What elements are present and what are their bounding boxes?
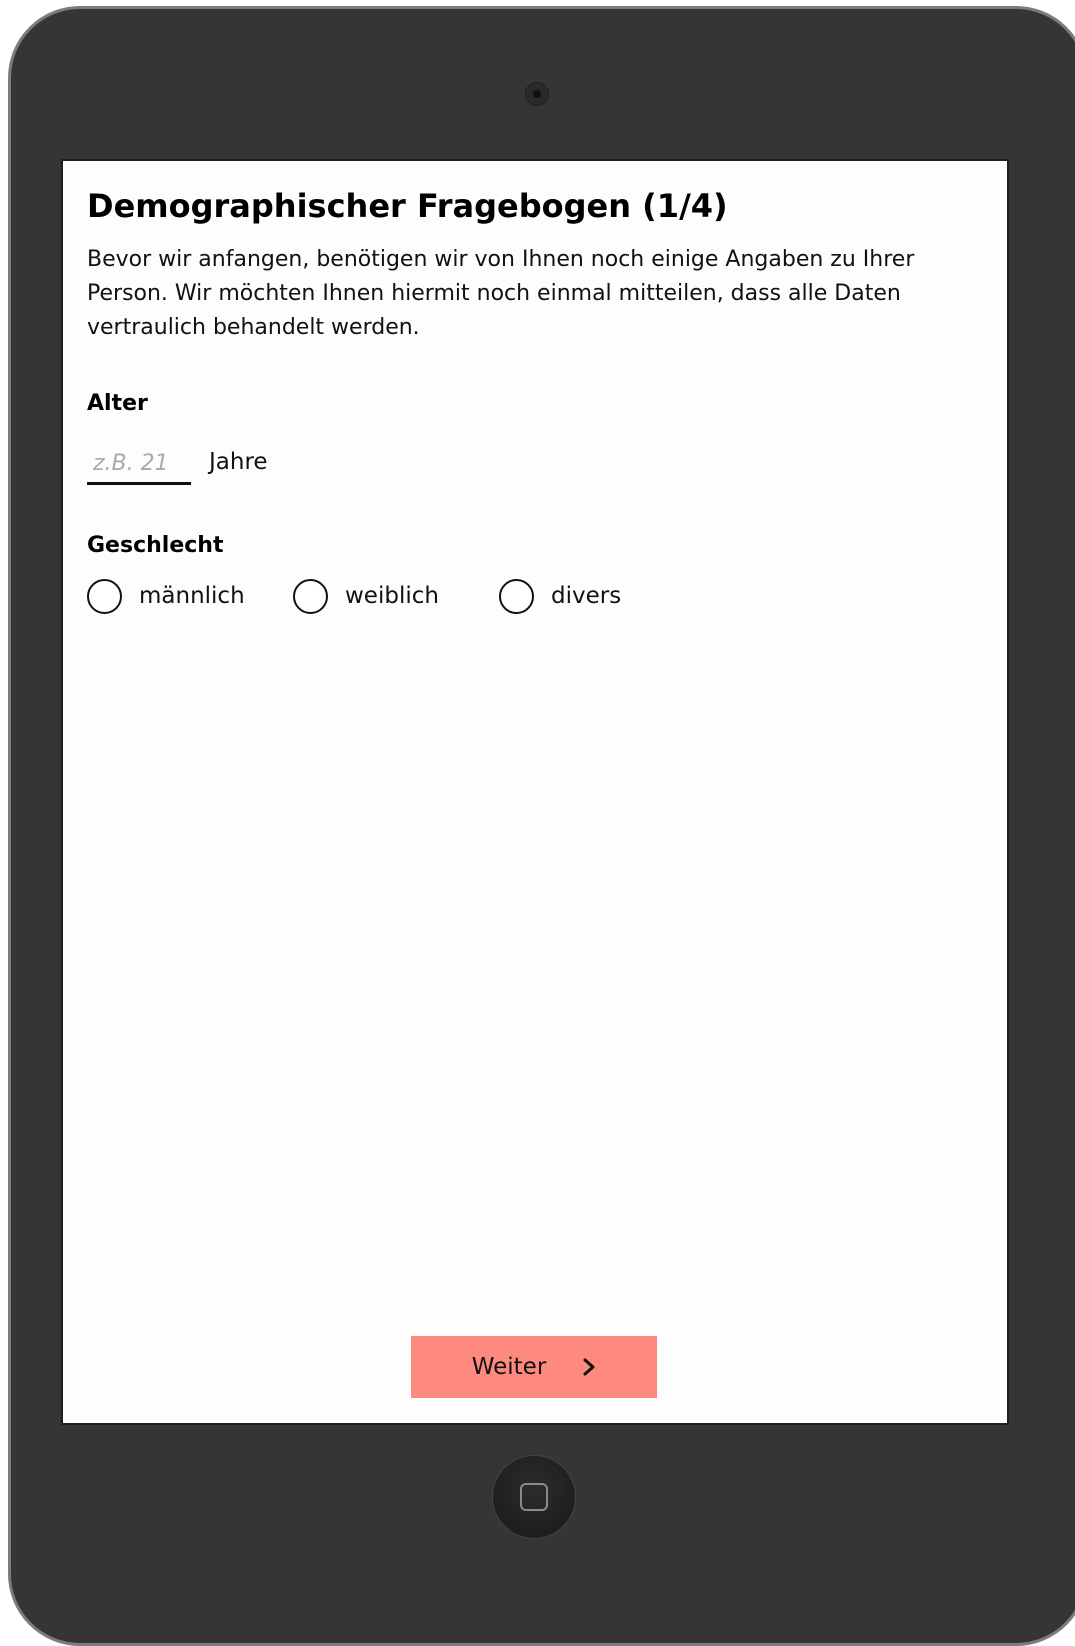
- radio-label: weiblich: [345, 583, 439, 609]
- age-unit-label: Jahre: [209, 449, 268, 475]
- age-label: Alter: [87, 391, 148, 416]
- next-button-label: Weiter: [471, 1354, 547, 1380]
- next-button[interactable]: Weiter: [411, 1336, 657, 1398]
- tablet-frame: Demographischer Fragebogen (1/4) Bevor w…: [8, 6, 1075, 1646]
- home-button-icon: [520, 1483, 548, 1511]
- app-screen: Demographischer Fragebogen (1/4) Bevor w…: [61, 159, 1009, 1425]
- radio-button[interactable]: [499, 578, 534, 614]
- radio-button[interactable]: [87, 578, 122, 614]
- page-title: Demographischer Fragebogen (1/4): [87, 187, 728, 225]
- gender-label: Geschlecht: [87, 533, 224, 558]
- home-button[interactable]: [492, 1455, 576, 1539]
- radio-label: divers: [551, 583, 622, 609]
- radio-label: männlich: [139, 583, 245, 609]
- camera-icon: [525, 82, 549, 106]
- gender-option-divers[interactable]: divers: [499, 577, 621, 615]
- intro-text: Bevor wir anfangen, benötigen wir von Ih…: [87, 247, 915, 340]
- gender-option-maennlich[interactable]: männlich: [87, 577, 245, 615]
- gender-option-weiblich[interactable]: weiblich: [293, 577, 439, 615]
- chevron-right-icon: [583, 1358, 595, 1376]
- radio-button[interactable]: [293, 578, 328, 614]
- age-input[interactable]: [87, 445, 191, 485]
